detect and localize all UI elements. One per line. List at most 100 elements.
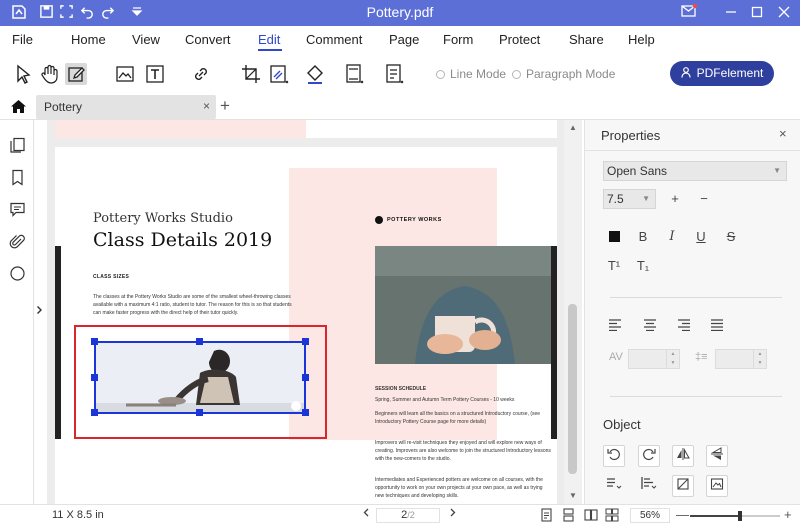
expand-panel-chevron-icon[interactable] xyxy=(36,305,43,318)
class-details-heading[interactable]: Class Details 2019 xyxy=(93,229,272,251)
paragraph-mode-radio[interactable] xyxy=(512,70,521,79)
zoom-level-input[interactable]: 56% xyxy=(630,508,670,523)
menu-page[interactable]: Page xyxy=(389,32,419,47)
scroll-up-icon[interactable]: ▲ xyxy=(569,123,577,132)
menu-view[interactable]: View xyxy=(132,32,160,47)
edit-text-tool-icon[interactable] xyxy=(65,63,87,85)
resize-handle-top[interactable] xyxy=(196,338,203,345)
zoom-in-button[interactable]: + xyxy=(784,507,792,522)
paragraph-mode-option[interactable]: Paragraph Mode xyxy=(512,67,615,81)
thumbnails-icon[interactable] xyxy=(9,137,27,155)
underline-button[interactable]: U xyxy=(690,226,712,248)
vertical-scrollbar[interactable]: ▲ ▼ xyxy=(564,120,582,504)
document-tab[interactable]: Pottery × xyxy=(36,95,216,119)
menu-home[interactable]: Home xyxy=(71,32,106,47)
bates-numbering-icon[interactable] xyxy=(383,63,405,85)
flip-vertical-icon[interactable] xyxy=(706,445,728,467)
menu-comment[interactable]: Comment xyxy=(306,32,362,47)
watermark-icon[interactable] xyxy=(268,63,290,85)
background-icon[interactable] xyxy=(304,63,326,85)
mail-icon[interactable] xyxy=(678,2,700,24)
page-number-input[interactable]: 2/2 xyxy=(376,508,440,523)
align-left-icon[interactable] xyxy=(604,316,626,338)
crop-image-icon[interactable] xyxy=(672,475,694,497)
next-page-icon[interactable] xyxy=(450,508,456,520)
zoom-out-button[interactable]: — xyxy=(676,507,689,522)
two-page-view-icon[interactable] xyxy=(584,508,598,522)
line-spacing-input[interactable]: ▲ ▼ xyxy=(715,349,767,369)
attachment-icon[interactable] xyxy=(9,233,27,251)
minimize-icon[interactable] xyxy=(720,2,742,24)
close-properties-icon[interactable]: × xyxy=(779,126,787,141)
flip-horizontal-icon[interactable] xyxy=(672,445,694,467)
improvers-paragraph[interactable]: Improvers will re-visit techniques they … xyxy=(375,439,553,463)
font-color-swatch[interactable] xyxy=(603,226,625,248)
line-mode-radio[interactable] xyxy=(436,70,445,79)
align-justify-icon[interactable] xyxy=(706,316,728,338)
subscript-button[interactable]: T₁ xyxy=(632,255,654,277)
decrease-font-size-button[interactable]: − xyxy=(693,188,715,210)
menu-help[interactable]: Help xyxy=(628,32,655,47)
resize-handle-top-right[interactable] xyxy=(302,338,309,345)
hands-holding-mug-photo[interactable] xyxy=(375,246,551,364)
maximize-icon[interactable] xyxy=(746,2,768,24)
bookmark-icon[interactable] xyxy=(9,169,27,187)
beginners-paragraph[interactable]: Beginners will learn all the basics on a… xyxy=(375,410,553,426)
align-objects-icon[interactable] xyxy=(638,475,660,497)
rotate-right-icon[interactable] xyxy=(638,445,660,467)
resize-handle-bottom-right[interactable] xyxy=(302,409,309,416)
continuous-view-icon[interactable] xyxy=(562,508,576,522)
class-sizes-paragraph[interactable]: The classes at the Pottery Works Studio … xyxy=(93,293,293,317)
align-center-icon[interactable] xyxy=(639,316,661,338)
menu-share[interactable]: Share xyxy=(569,32,604,47)
align-right-icon[interactable] xyxy=(673,316,695,338)
menu-convert[interactable]: Convert xyxy=(185,32,231,47)
scroll-thumb[interactable] xyxy=(568,304,577,474)
menu-form[interactable]: Form xyxy=(443,32,473,47)
previous-page-icon[interactable] xyxy=(363,508,369,520)
increase-font-size-button[interactable]: + xyxy=(664,188,686,210)
replace-image-icon[interactable] xyxy=(706,475,728,497)
menu-file[interactable]: File xyxy=(12,32,33,47)
italic-button[interactable]: I xyxy=(661,226,683,248)
two-page-continuous-view-icon[interactable] xyxy=(605,508,619,522)
line-mode-option[interactable]: Line Mode xyxy=(436,67,506,81)
selected-potter-image[interactable] xyxy=(94,341,306,414)
arrange-objects-icon[interactable] xyxy=(603,475,625,497)
hand-tool-icon[interactable] xyxy=(39,63,61,85)
superscript-button[interactable]: T¹ xyxy=(603,255,625,277)
add-image-icon[interactable] xyxy=(114,63,136,85)
spinner-arrows-icon[interactable]: ▲ ▼ xyxy=(753,350,766,368)
scroll-down-icon[interactable]: ▼ xyxy=(569,491,577,500)
studio-name-text[interactable]: Pottery Works Studio xyxy=(93,211,233,226)
resize-handle-top-left[interactable] xyxy=(91,338,98,345)
header-footer-icon[interactable] xyxy=(343,63,365,85)
rotate-left-icon[interactable] xyxy=(603,445,625,467)
zoom-slider-handle[interactable] xyxy=(738,511,742,521)
strikethrough-button[interactable]: S xyxy=(720,226,742,248)
menu-edit[interactable]: Edit xyxy=(258,32,280,47)
close-window-icon[interactable] xyxy=(773,2,795,24)
resize-handle-left[interactable] xyxy=(91,374,98,381)
add-text-icon[interactable] xyxy=(144,63,166,85)
comment-panel-icon[interactable] xyxy=(9,201,27,219)
font-size-select[interactable]: 7.5 ▼ xyxy=(603,189,656,209)
menu-protect[interactable]: Protect xyxy=(499,32,540,47)
experienced-paragraph[interactable]: Intermediates and Experienced potters ar… xyxy=(375,476,553,500)
pdfelement-account-button[interactable]: PDFelement xyxy=(670,61,774,86)
close-tab-icon[interactable]: × xyxy=(203,99,210,113)
search-panel-icon[interactable] xyxy=(9,265,27,283)
link-icon[interactable] xyxy=(190,63,212,85)
crop-icon[interactable] xyxy=(240,63,262,85)
home-icon[interactable] xyxy=(10,98,28,116)
resize-handle-bottom[interactable] xyxy=(196,409,203,416)
session-schedule-line[interactable]: Spring, Summer and Autumn Term Pottery C… xyxy=(375,396,553,404)
character-spacing-input[interactable]: ▲ ▼ xyxy=(628,349,680,369)
bold-button[interactable]: B xyxy=(632,226,654,248)
resize-handle-right[interactable] xyxy=(302,374,309,381)
select-tool-icon[interactable] xyxy=(12,63,34,85)
new-tab-button[interactable]: + xyxy=(220,96,230,116)
spinner-arrows-icon[interactable]: ▲ ▼ xyxy=(666,350,679,368)
document-canvas[interactable]: Pottery Works Studio Class Details 2019 … xyxy=(47,120,564,504)
font-family-select[interactable]: Open Sans ▼ xyxy=(603,161,787,181)
